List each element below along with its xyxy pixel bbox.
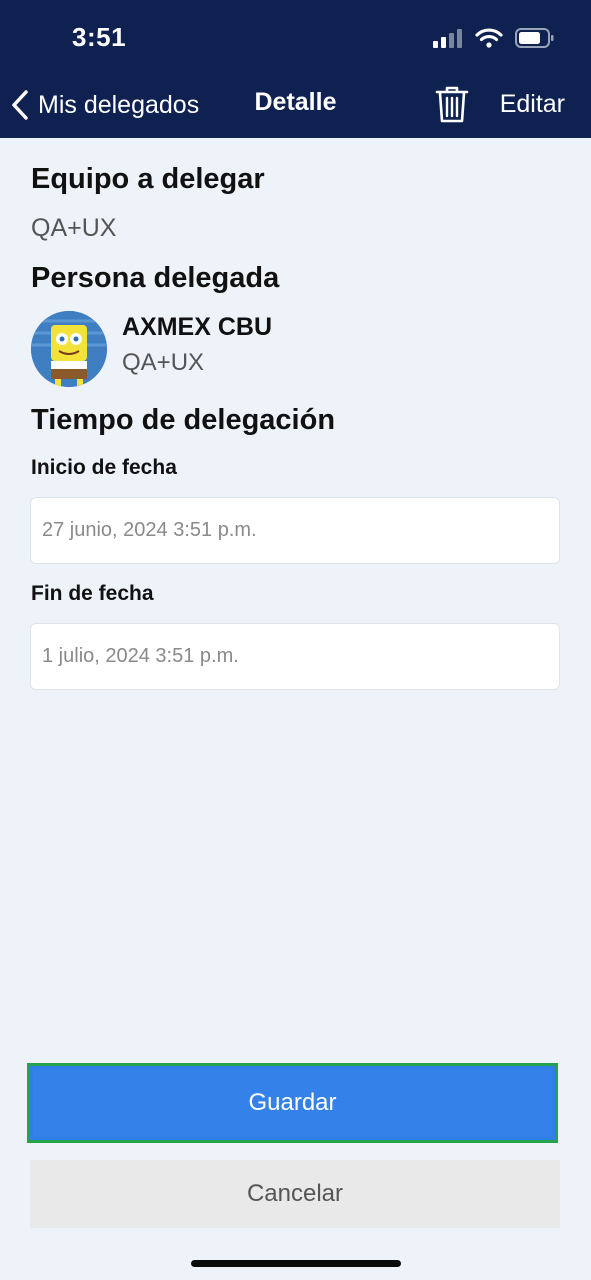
battery-icon xyxy=(515,28,554,48)
save-button-label: Guardar xyxy=(33,1069,552,1137)
avatar xyxy=(31,311,107,387)
avatar-picture-icon xyxy=(31,311,107,387)
status-time: 3:51 xyxy=(72,22,127,52)
top-bar: 3:51 Mis delegados Detalle Editar xyxy=(0,0,591,138)
back-button[interactable]: Mis delegados xyxy=(10,85,199,125)
team-value: QA+UX xyxy=(31,214,117,242)
end-date-label: Fin de fecha xyxy=(31,582,154,605)
signal-icon xyxy=(433,29,462,48)
trash-icon[interactable] xyxy=(434,84,470,124)
team-heading: Equipo a delegar xyxy=(31,163,265,195)
delegate-name: AXMEX CBU xyxy=(122,313,273,341)
edit-button[interactable]: Editar xyxy=(500,90,565,119)
page-title: Detalle xyxy=(254,88,337,116)
back-button-label: Mis delegados xyxy=(38,90,200,119)
start-date-field[interactable]: 27 junio, 2024 3:51 p.m. xyxy=(30,497,560,564)
wifi-icon xyxy=(475,28,503,48)
home-indicator[interactable] xyxy=(191,1260,401,1267)
delegate-team: QA+UX xyxy=(122,349,205,376)
cancel-button[interactable]: Cancelar xyxy=(30,1160,560,1228)
period-heading: Tiempo de delegación xyxy=(31,404,336,436)
start-date-label: Inicio de fecha xyxy=(31,456,177,479)
end-date-field[interactable]: 1 julio, 2024 3:51 p.m. xyxy=(30,623,560,690)
status-icons xyxy=(433,27,555,49)
chevron-left-icon xyxy=(12,90,28,120)
delegate-heading: Persona delegada xyxy=(31,262,280,294)
save-button[interactable]: Guardar xyxy=(27,1063,558,1143)
